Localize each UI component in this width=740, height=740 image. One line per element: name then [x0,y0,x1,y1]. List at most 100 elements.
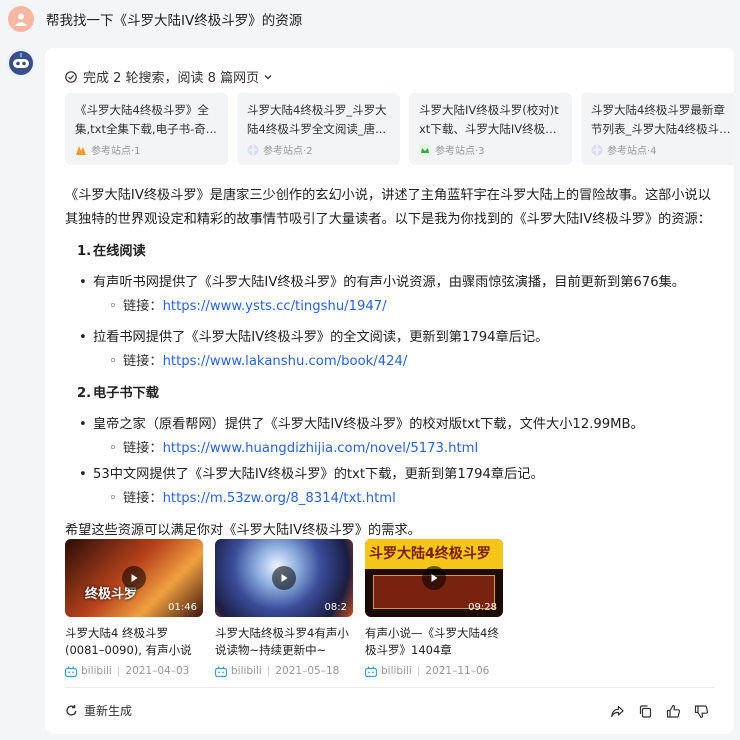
video-meta: bilibili | 2021–05–18 [215,665,353,677]
check-circle-icon [65,70,77,83]
reference-title: 斗罗大陆4终极斗罗_斗罗大陆4终极斗罗全文阅读_唐... [247,103,387,136]
reference-title: 《斗罗大陆4终极斗罗》全集,txt全集下载,电子书-奇... [75,103,217,136]
play-icon[interactable] [272,566,296,590]
search-status-toggle[interactable]: 完成 2 轮搜索，阅读 8 篇网页 [65,67,273,86]
link-row: ◦ 链接： https://www.lakanshu.com/book/424/ [109,350,720,374]
reference-meta: 参考站点·4 [591,142,657,157]
bullet-dot: • [79,467,87,482]
user-message: 帮我找一下《斗罗大陆IV终极斗罗》的资源 [46,13,303,29]
regenerate-label: 重新生成 [84,704,133,718]
reference-card[interactable]: 斗罗大陆4终极斗罗_斗罗大陆4终极斗罗全文阅读_唐... 参考站点·2 [237,93,400,165]
resource-link[interactable]: https://www.ysts.cc/tingshu/1947/ [163,295,387,319]
video-card[interactable]: 08:2 斗罗大陆终极斗罗4有声小说读物~持续更新中~ bilibili | 2… [215,539,353,677]
section-number: 1. [77,244,92,259]
reference-meta: 参考站点·3 [419,142,485,157]
answer-content: 《斗罗大陆IV终极斗罗》是唐家三少创作的玄幻小说，讲述了主角蓝轩宇在斗罗大陆上的… [65,184,720,543]
bullet-dot: • [79,330,87,345]
video-date: 2021–11–06 [425,665,490,677]
globe-icon [247,144,259,156]
copy-button[interactable] [636,702,654,720]
link-row: ◦ 链接： https://www.huangdizhijia.com/nove… [109,437,720,461]
list-item: • 有声听书网提供了《斗罗大陆IV终极斗罗》的有声小说资源，由骤雨惊弦演播，目前… [79,271,720,295]
thumbs-down-icon [694,704,708,718]
video-card[interactable]: 斗罗大陆4终极斗罗 09:28 有声小说—《斗罗大陆4终极斗罗》1404章 bi… [365,539,503,677]
bullet-dot: • [79,417,87,432]
video-platform: bilibili [231,665,262,677]
video-date: 2021–04–03 [125,665,190,677]
bullet-dot: • [79,275,87,290]
user-icon [15,13,27,26]
sub-bullet: ◦ [109,354,117,369]
video-duration: 01:46 [168,602,197,613]
thumbs-up-icon [666,704,680,718]
reference-source: 参考站点·1 [91,146,141,157]
resource-link[interactable]: https://www.lakanshu.com/book/424/ [163,350,408,374]
reference-title: 斗罗大陆IV终极斗罗(校对)txt下载、斗罗大陆IV终极斗... [419,103,559,136]
list-item-text: 拉看书网提供了《斗罗大陆IV终极斗罗》的全文阅读，更新到第1794章后记。 [93,330,549,345]
bilibili-icon [215,665,227,677]
video-meta: bilibili | 2021–11–06 [365,665,503,677]
share-button[interactable] [608,702,626,720]
thumbs-down-button[interactable] [692,702,710,720]
sub-bullet: ◦ [109,491,117,506]
section-number: 2. [77,386,92,401]
bilibili-icon [365,665,377,677]
chevron-down-icon [264,74,272,79]
list-item: • 皇帝之家（原看帮网）提供了《斗罗大陆IV终极斗罗》的校对版txt下载，文件大… [79,413,720,437]
list-item: • 53中文网提供了《斗罗大陆IV终极斗罗》的txt下载，更新到第1794章后记… [79,463,720,487]
divider [65,687,714,688]
reference-source: 参考站点·3 [435,146,485,157]
reference-meta: 参考站点·1 [75,142,141,157]
video-thumbnail[interactable]: 斗罗大陆4终极斗罗 09:28 [365,539,503,617]
resource-link[interactable]: https://m.53zw.org/8_8314/txt.html [163,487,396,511]
reference-card[interactable]: 《斗罗大陆4终极斗罗》全集,txt全集下载,电子书-奇... 参考站点·1 [65,93,228,165]
section-title: 在线阅读 [93,244,146,259]
user-message-row: 帮我找一下《斗罗大陆IV终极斗罗》的资源 [8,4,302,34]
share-icon [610,705,624,717]
play-icon[interactable] [422,566,446,590]
reference-source: 参考站点·4 [607,146,657,157]
refresh-icon [66,705,77,716]
meta-separator: | [116,665,121,677]
video-platform: bilibili [381,665,412,677]
copy-icon [639,704,651,718]
video-duration: 08:2 [324,602,347,613]
video-thumbnail[interactable]: 终极斗罗 01:46 [65,539,203,617]
reference-card[interactable]: 斗罗大陆4终极斗罗最新章节列表_斗罗大陆4终极斗罗... 参考站点·4 [581,93,734,165]
section-title: 电子书下载 [93,386,159,401]
video-date: 2021–05–18 [275,665,340,677]
meta-separator: | [266,665,271,677]
video-duration: 09:28 [468,602,497,613]
sub-bullet: ◦ [109,299,117,314]
section-heading-online: 1. 在线阅读 [77,240,720,264]
link-label: 链接： [123,441,163,456]
reference-card[interactable]: 斗罗大陆IV终极斗罗(校对)txt下载、斗罗大陆IV终极斗... 参考站点·3 [409,93,572,165]
list-item-text: 有声听书网提供了《斗罗大陆IV终极斗罗》的有声小说资源，由骤雨惊弦演播，目前更新… [93,275,685,290]
video-meta: bilibili | 2021–04–03 [65,665,203,677]
crown-icon [419,143,431,156]
user-avatar [8,6,34,32]
sub-bullet: ◦ [109,441,117,456]
resource-link[interactable]: https://www.huangdizhijia.com/novel/5173… [163,437,479,461]
video-title[interactable]: 斗罗大陆4 终极斗罗(0081–0090), 有声小说 [65,625,203,659]
robot-icon [9,51,33,75]
video-list: 终极斗罗 01:46 斗罗大陆4 终极斗罗(0081–0090), 有声小说 b… [65,539,525,679]
reference-list: 《斗罗大陆4终极斗罗》全集,txt全集下载,电子书-奇... 参考站点·1 斗罗… [65,93,734,165]
link-label: 链接： [123,491,163,506]
video-thumbnail[interactable]: 08:2 [215,539,353,617]
meta-separator: | [416,665,421,677]
globe-icon [591,144,603,156]
regenerate-button[interactable]: 重新生成 [65,702,132,719]
reference-title: 斗罗大陆4终极斗罗最新章节列表_斗罗大陆4终极斗罗... [591,103,725,136]
reference-meta: 参考站点·2 [247,142,313,157]
link-row: ◦ 链接： https://www.ysts.cc/tingshu/1947/ [109,295,720,319]
play-icon[interactable] [122,566,146,590]
video-title[interactable]: 斗罗大陆终极斗罗4有声小说读物~持续更新中~ [215,625,353,659]
video-card[interactable]: 终极斗罗 01:46 斗罗大陆4 终极斗罗(0081–0090), 有声小说 b… [65,539,203,677]
link-row: ◦ 链接： https://m.53zw.org/8_8314/txt.html [109,487,720,511]
thumbs-up-button[interactable] [664,702,682,720]
thumbnail-banner: 斗罗大陆4终极斗罗 [365,539,503,569]
video-title[interactable]: 有声小说—《斗罗大陆4终极斗罗》1404章 [365,625,503,659]
section-heading-download: 2. 电子书下载 [77,382,720,406]
search-status-text: 完成 2 轮搜索，阅读 8 篇网页 [83,71,260,86]
